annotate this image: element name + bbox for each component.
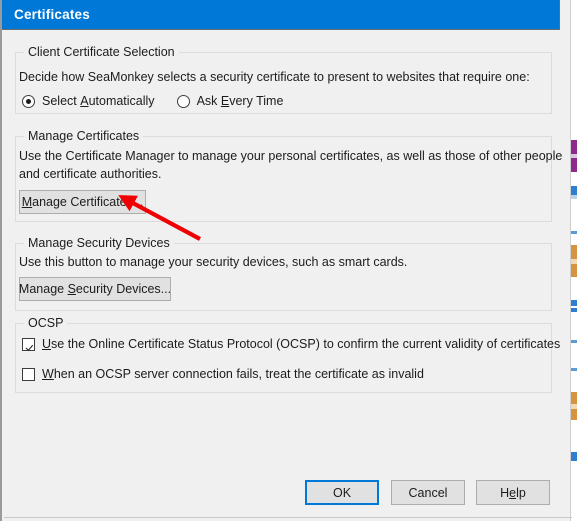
background-window-sliver [570,0,577,521]
cancel-button[interactable]: Cancel [391,480,465,505]
help-button[interactable]: Help [476,480,550,505]
cancel-button-label: Cancel [408,485,448,500]
background-window-segment [571,195,577,199]
manage-certificates-button[interactable]: Manage Certificates... [19,190,146,214]
background-window-segment [571,392,577,404]
manage-certificates-button-label: Manage Certificates... [21,195,144,209]
client-certificate-selection-description: Decide how SeaMonkey selects a security … [19,70,530,84]
background-window-segment [571,140,577,154]
background-window-segment [571,231,577,234]
radio-select-automatically[interactable]: Select Automatically [22,94,155,108]
background-window-segment [571,368,577,371]
footer-separator [4,517,572,518]
radio-indicator-select-automatically[interactable] [22,94,35,108]
certificates-dialog: Certificates Client Certificate Selectio… [0,0,572,521]
background-window-segment [571,308,577,312]
screen: Certificates Client Certificate Selectio… [0,0,577,521]
manage-certificates-description-line1: Use the Certificate Manager to manage yo… [19,149,563,163]
manage-certificates-description-line2: and certificate authorities. [19,167,162,181]
group-ocsp: OCSP [15,316,552,393]
background-window-segment [571,409,577,420]
client-certificate-radio-group: Select Automatically Ask Every Time [22,94,305,108]
background-window-segment [571,300,577,306]
dialog-title: Certificates [14,7,90,22]
background-window-segment [571,245,577,259]
radio-label-select-automatically: Select Automatically [42,94,155,108]
manage-security-devices-button-label: Manage Security Devices... [18,282,172,296]
ok-button[interactable]: OK [305,480,379,505]
checkbox-ocsp-failure-invalid[interactable]: When an OCSP server connection fails, tr… [22,367,424,381]
ok-button-label: OK [332,485,352,500]
manage-security-devices-description: Use this button to manage your security … [19,255,408,269]
radio-ask-every-time[interactable]: Ask Every Time [176,94,284,108]
background-window-segment [571,264,577,277]
background-window-segment [571,452,577,461]
background-window-segment [571,340,577,343]
checkbox-label-ocsp-failure-invalid: When an OCSP server connection fails, tr… [42,367,424,381]
checkbox-indicator-use-ocsp[interactable] [22,337,35,351]
checkbox-label-use-ocsp: Use the Online Certificate Status Protoc… [42,337,561,351]
checkbox-indicator-ocsp-failure-invalid[interactable] [22,367,35,381]
checkbox-use-ocsp[interactable]: Use the Online Certificate Status Protoc… [22,337,560,351]
manage-security-devices-button[interactable]: Manage Security Devices... [19,277,171,301]
group-title-manage-security-devices: Manage Security Devices [24,236,174,250]
group-title-client-certificate-selection: Client Certificate Selection [24,45,179,59]
dialog-titlebar: Certificates [2,0,560,30]
help-button-label: Help [500,485,526,500]
background-window-segment [571,186,577,195]
background-window-segment [571,158,577,172]
radio-indicator-ask-every-time[interactable] [176,94,190,108]
radio-label-ask-every-time: Ask Every Time [196,94,284,108]
group-title-ocsp: OCSP [24,316,68,330]
group-title-manage-certificates: Manage Certificates [24,129,144,143]
